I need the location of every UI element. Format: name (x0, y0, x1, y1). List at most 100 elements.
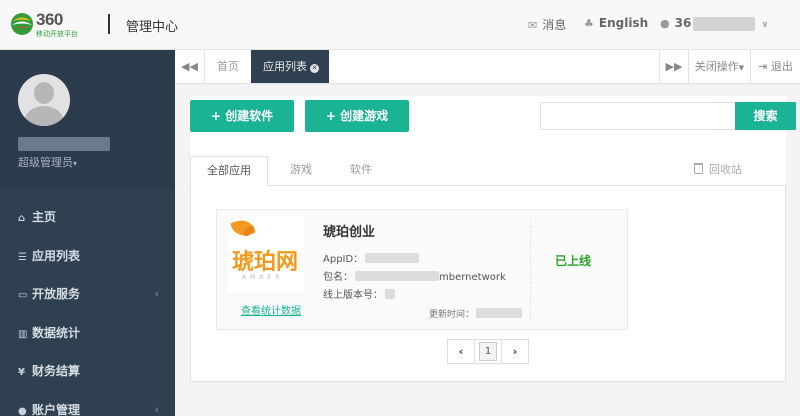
home-icon: ⌂ (18, 213, 26, 224)
top-header: 360 移动开放平台 管理中心 ✉ 消息 ♣ English ● 36 ∨ (0, 0, 800, 50)
sidebar-item-label: 开放服务 (32, 287, 81, 302)
close-operations-dropdown[interactable]: 关闭操作▼ (689, 50, 751, 83)
role-label: 超级管理员 (18, 156, 73, 169)
desktop-icon: ▭ (18, 290, 28, 302)
app-logo-tagline: AMBER (242, 274, 284, 281)
create-software-button[interactable]: + 创建软件 (190, 100, 294, 132)
double-right-icon: ▶▶ (665, 60, 683, 73)
package-suffix: mbernetwork (439, 272, 506, 283)
logo-mark-icon (11, 13, 33, 35)
scroll-tabs-right-button[interactable]: ▶▶ (659, 50, 689, 83)
version-label: 线上版本号： (323, 290, 383, 301)
sidebar-item-label: 财务结算 (32, 364, 81, 379)
chevron-down-icon: ∨ (761, 20, 769, 30)
card-divider (530, 220, 531, 320)
language-switch[interactable]: ♣ English (584, 16, 648, 30)
role-dropdown[interactable]: 超级管理员▾ (18, 154, 77, 170)
create-game-button[interactable]: + 创建游戏 (305, 100, 409, 132)
create-software-label: 创建软件 (225, 109, 274, 123)
chevron-right-icon: › (512, 345, 518, 358)
close-tab-icon[interactable]: ✕ (310, 64, 319, 73)
status-badge: 已上线 (555, 254, 592, 268)
logout-label: 退出 (770, 60, 793, 73)
app-card[interactable]: 琥珀网 AMBER 查看统计数据 琥珀创业 AppID： 包名： mbernetw… (216, 209, 628, 330)
tab-app-list[interactable]: 应用列表 ✕ (251, 50, 329, 83)
chevron-left-icon: ‹ (458, 345, 464, 358)
logout-button[interactable]: ⇥ 退出 (751, 50, 800, 83)
sidebar: 超级管理员▾ ⌂ 主页 ☰ 应用列表 ▭ 开放服务 ‹ ▥ 数据统计 ¥ 财务结算 ● 账户… (0, 50, 175, 416)
user-label: 36 (674, 16, 692, 30)
logo-text: 360 (36, 10, 63, 29)
page-title: 管理中心 (126, 20, 179, 35)
app-list-container: 琥珀网 AMBER 查看统计数据 琥珀创业 AppID： 包名： mbernetw… (190, 186, 786, 382)
create-game-label: 创建游戏 (340, 109, 389, 123)
caret-down-icon: ▾ (73, 159, 78, 168)
app-name[interactable]: 琥珀创业 (323, 221, 375, 240)
user-menu[interactable]: ● 36 ∨ (660, 16, 769, 31)
sidebar-item-app-list[interactable]: ☰ 应用列表 (0, 237, 175, 276)
version-row: 线上版本号： (323, 286, 395, 301)
scroll-tabs-left-button[interactable]: ◀◀ (175, 50, 205, 83)
messages-link[interactable]: ✉ 消息 (528, 16, 566, 33)
current-page-number: 1 (479, 342, 497, 361)
sidebar-nav: ⌂ 主页 ☰ 应用列表 ▭ 开放服务 ‹ ▥ 数据统计 ¥ 财务结算 ● 账户管理 ‹ (0, 198, 175, 416)
user-icon: ● (18, 405, 27, 416)
tab-software[interactable]: 软件 (336, 156, 386, 186)
app-id-label: AppID： (323, 254, 364, 265)
sidebar-item-open-services[interactable]: ▭ 开放服务 ‹ (0, 275, 175, 314)
recycle-label: 回收站 (709, 163, 742, 176)
updated-label: 更新时间： (429, 310, 475, 320)
search-button[interactable]: 搜索 (735, 102, 796, 130)
prev-page-button[interactable]: ‹ (447, 339, 475, 364)
double-left-icon: ◀◀ (181, 60, 198, 73)
header-divider (108, 14, 110, 34)
chevron-left-icon: ‹ (154, 287, 159, 301)
profile-panel: 超级管理员▾ (0, 50, 175, 188)
sidebar-item-account[interactable]: ● 账户管理 ‹ (0, 391, 175, 416)
tab-strip: ◀◀ 首页 应用列表 ✕ ▶▶ 关闭操作▼ ⇥ 退出 (175, 50, 800, 84)
tab-home[interactable]: 首页 (205, 50, 251, 83)
envelope-icon: ✉ (528, 19, 538, 32)
sign-out-icon: ⇥ (758, 60, 768, 73)
updated-time-row: 更新时间： (429, 307, 523, 320)
yen-icon: ¥ (18, 367, 25, 379)
redacted-package (355, 271, 439, 281)
profile-name (18, 136, 110, 151)
sidebar-item-label: 账户管理 (32, 402, 81, 416)
list-icon: ☰ (18, 251, 27, 263)
sidebar-item-label: 应用列表 (32, 248, 81, 263)
view-stats-link[interactable]: 查看统计数据 (241, 302, 301, 317)
avatar[interactable] (18, 74, 70, 126)
sidebar-item-home[interactable]: ⌂ 主页 (0, 198, 175, 237)
sidebar-item-label: 数据统计 (32, 325, 81, 340)
redacted-version (385, 289, 395, 299)
tab-all-apps[interactable]: 全部应用 (190, 156, 268, 186)
package-label: 包名： (323, 272, 353, 283)
chevron-left-icon: ‹ (154, 402, 159, 416)
messages-label: 消息 (542, 18, 567, 32)
search-input[interactable] (540, 102, 736, 130)
app-logo-text: 琥珀网 (232, 250, 299, 275)
package-row: 包名： mbernetwork (323, 268, 506, 283)
next-page-button[interactable]: › (501, 339, 529, 364)
sidebar-item-finance[interactable]: ¥ 财务结算 (0, 352, 175, 391)
redacted-app-id (365, 253, 420, 263)
tab-games[interactable]: 游戏 (276, 156, 326, 186)
trash-icon (694, 163, 703, 174)
user-icon: ● (660, 17, 670, 30)
plus-icon: + (325, 109, 336, 123)
bar-chart-icon: ▥ (18, 328, 28, 340)
app-id-row: AppID： (323, 250, 420, 265)
recycle-bin-link[interactable]: 回收站 (694, 156, 742, 186)
caret-down-icon: ▼ (738, 64, 745, 72)
close-ops-label: 关闭操作 (694, 60, 739, 73)
sidebar-item-statistics[interactable]: ▥ 数据统计 (0, 314, 175, 353)
app-logo[interactable]: 琥珀网 AMBER (228, 216, 304, 292)
logo-subtext: 移动开放平台 (36, 30, 78, 38)
tab-label: 应用列表 (263, 60, 307, 73)
language-label: English (598, 16, 649, 30)
page-button-current[interactable]: 1 (474, 339, 502, 364)
sidebar-item-label: 主页 (32, 210, 57, 224)
logo[interactable]: 360 移动开放平台 (10, 10, 90, 40)
app-type-tabs: 全部应用 游戏 软件 回收站 (190, 156, 786, 186)
